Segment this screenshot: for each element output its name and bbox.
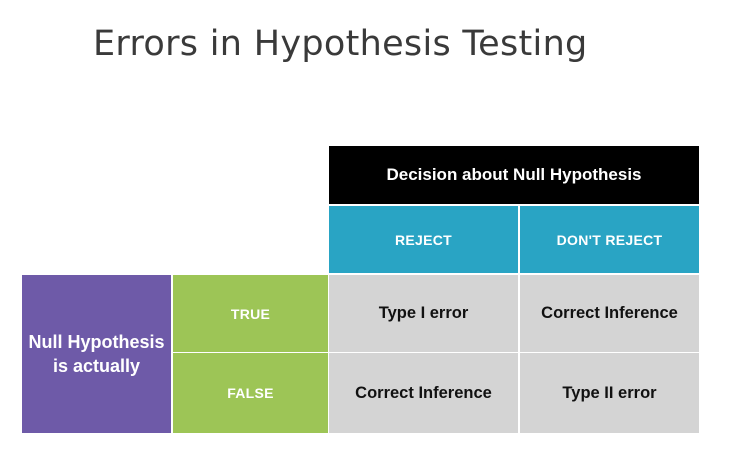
cell-false-reject: Correct Inference [329, 353, 518, 433]
column-header-reject: REJECT [329, 206, 518, 273]
page-title: Errors in Hypothesis Testing [93, 24, 588, 64]
row-label-true: TRUE [173, 275, 328, 352]
decision-header: Decision about Null Hypothesis [329, 146, 699, 204]
cell-true-reject: Type I error [329, 275, 518, 352]
row-header-null-hypothesis: Null Hypothesis is actually [22, 275, 171, 433]
cell-false-dont-reject: Type II error [520, 353, 699, 433]
column-header-dont-reject: DON'T REJECT [520, 206, 699, 273]
cell-true-dont-reject: Correct Inference [520, 275, 699, 352]
row-label-false: FALSE [173, 353, 328, 433]
